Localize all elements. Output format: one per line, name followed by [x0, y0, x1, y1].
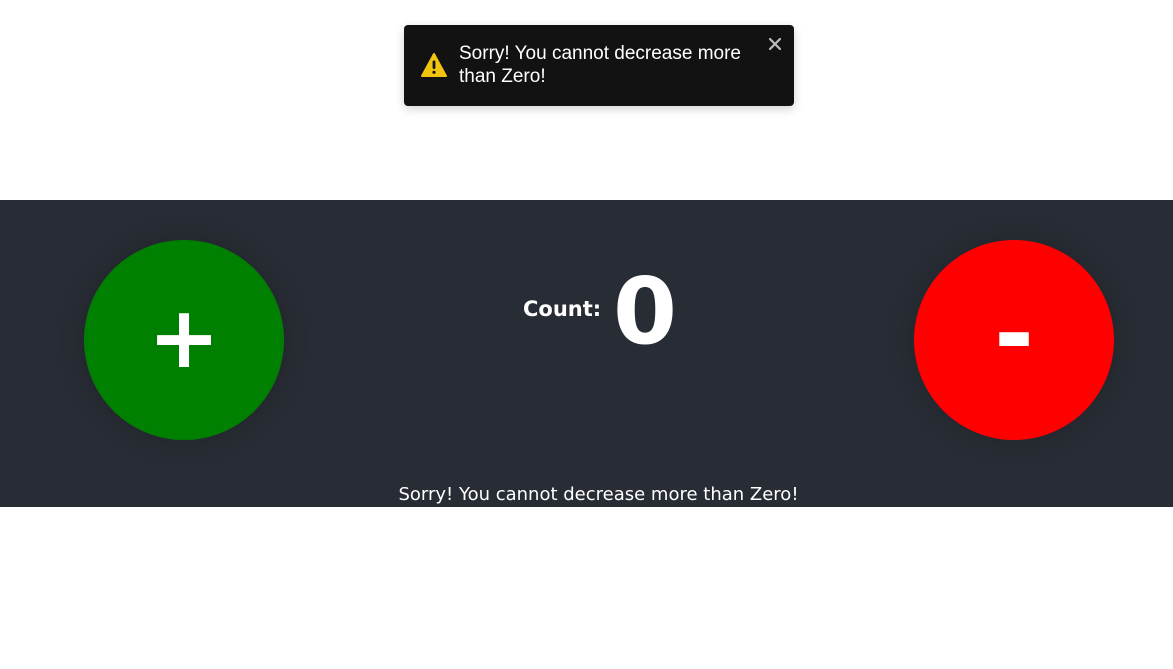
warning-icon — [421, 53, 447, 77]
increment-button[interactable]: + — [84, 240, 284, 440]
count-label: Count: — [523, 297, 602, 321]
count-value: 0 — [613, 258, 678, 365]
close-icon[interactable] — [767, 36, 783, 52]
decrement-button[interactable]: - — [914, 240, 1114, 440]
counter-panel: + Count: 0 - Sorry! You cannot decrease … — [0, 200, 1173, 507]
toast-message: Sorry! You cannot decrease more than Zer… — [459, 43, 742, 87]
warning-toast: Sorry! You cannot decrease more than Zer… — [404, 25, 794, 106]
plus-icon: + — [147, 288, 221, 388]
minus-icon: - — [994, 278, 1034, 390]
error-message: Sorry! You cannot decrease more than Zer… — [398, 484, 799, 505]
